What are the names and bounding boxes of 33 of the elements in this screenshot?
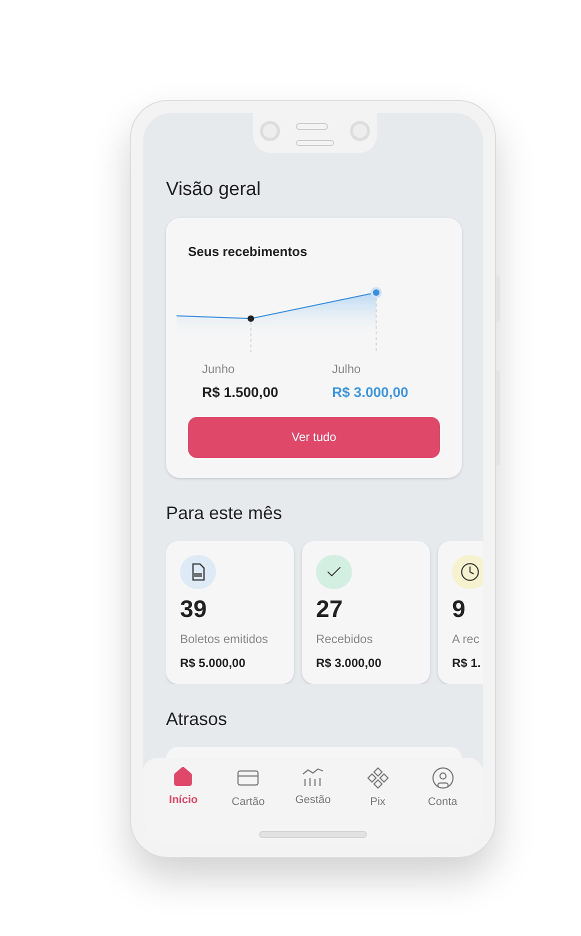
stat-label: Recebidos [316,631,373,648]
view-all-button[interactable]: Ver tudo [188,416,440,458]
clock-icon [460,562,480,582]
month-label: Junho [202,360,235,378]
nav-tab[interactable]: Início [155,766,212,810]
stat-amount: R$ 3.000,00 [316,655,382,672]
chart-point-highlighted [370,286,382,298]
month-amount: R$ 3.000,00 [332,382,408,402]
stat-count: 27 [316,598,343,622]
stat-amount: R$ 5.000,00 [180,655,246,672]
card-title: Seus recebimentos [188,243,308,261]
month-label: Julho [332,360,361,378]
home-icon [172,766,194,788]
chart-icon [300,766,325,788]
stat-label: Boletos emitidos [180,631,268,648]
page-title: Visão geral [166,180,262,199]
guide-line [250,321,252,352]
section-title: Para este mês [166,504,282,522]
document-icon [190,563,206,581]
stat-label: A rec [452,631,480,648]
section-title: Atrasos [166,710,228,728]
nav-tab[interactable]: Pix [350,766,406,810]
stat-amount: R$ 1. [452,655,481,672]
stat-count: 39 [180,598,207,622]
month-amount: R$ 1.500,00 [202,382,278,402]
chart-point [248,314,254,322]
nav-tab[interactable]: Conta [414,766,471,810]
nav-tab[interactable]: Cartão [220,766,276,810]
user-icon [430,766,455,790]
guide-line [376,297,377,352]
stat-count: 9 [452,598,466,622]
nav-tab[interactable]: Gestão [284,766,341,810]
diamond-grid-icon [366,766,390,790]
